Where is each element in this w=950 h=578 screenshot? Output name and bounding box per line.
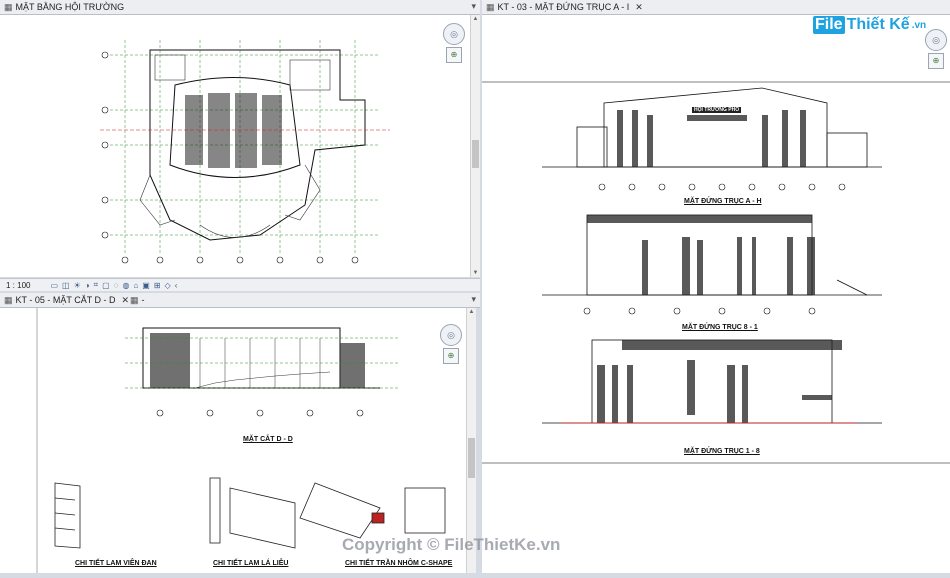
detail-title-1: CHI TIẾT LAM VIÊN ĐAN [75,560,157,567]
tab-elevation[interactable]: ▦ KT - 03 - MẶT ĐỨNG TRỤC A - I ✕ [482,0,646,14]
tab-second-view-label: - [141,295,145,305]
logo-tld: .vn [911,19,927,31]
floor-plan-scrollbar[interactable]: ▲ ▼ [470,15,480,277]
floor-plan-viewport[interactable]: ◎ ⊕ [0,15,470,277]
zoom-icon-2[interactable]: ⊕ [443,348,459,364]
elevation-title-1: MẶT ĐỨNG TRỤC A - H [684,198,762,205]
elevation-tabbar: ▦ KT - 03 - MẶT ĐỨNG TRỤC A - I ✕ [482,0,950,15]
navigation-bar-3[interactable]: ◎ ⊕ [925,29,947,73]
tab-floor-plan[interactable]: ▦ MẶT BẰNG HỘI TRƯỜNG [0,0,124,14]
navigation-bar-2[interactable]: ◎ ⊕ [440,324,462,368]
view-plan-icon: ▦ [4,2,13,12]
visual-style-icon[interactable]: ◫ [62,281,70,290]
floor-plan-drawing [100,40,390,264]
navigation-bar[interactable]: ◎ ⊕ [443,23,465,67]
scroll-thumb[interactable] [472,140,479,168]
temporary-hide-icon[interactable]: ◌ [114,281,119,290]
logo-name: Thiết Kế [846,16,910,33]
view-section-icon: ▦ [4,295,13,305]
section-scrollbar[interactable]: ▲ [466,308,476,573]
more-arrow-icon[interactable]: ‹ [175,281,178,290]
floor-plan-view-controls: 1 : 100 ▭ ◫ ☀ ◑ ⌗ ▢ ◌ ◍ ⌂ ▣ ⊞ ◇ ‹ [0,278,480,291]
elevation-title-2: MẶT ĐỨNG TRỤC 8 - 1 [682,324,758,331]
pane-menu-icon-2[interactable]: ▾ [471,294,476,305]
section-viewport[interactable]: MẶT CẮT D - D CHI TIẾT LAM VIÊN ĐAN CHI … [0,308,466,573]
floor-plan-tabbar: ▦ MẶT BẰNG HỘI TRƯỜNG ▾ [0,0,480,15]
reveal-hidden-icon[interactable]: ◍ [122,281,129,290]
tab-floor-plan-label: MẶT BẰNG HỘI TRƯỜNG [15,2,125,12]
zoom-icon-3[interactable]: ⊕ [928,53,944,69]
tab-section-label: KT - 05 - MẶT CẮT D - D [15,295,116,305]
view-sheet-icon: ▦ [130,295,139,305]
analytical-model-icon[interactable]: ▣ [142,281,150,290]
elevation-viewport[interactable]: HỘI TRƯỜNG PHỐ MẶT ĐỨNG TRỤC A - H MẶT Đ… [482,15,950,573]
elevation-drawing [482,81,950,464]
logo-file: File [813,16,845,34]
tab-second-view[interactable]: ▦ - [126,293,170,307]
shadows-icon[interactable]: ◑ [85,281,90,290]
constraints-icon[interactable]: ⊞ [154,281,161,290]
scroll-down-arrow[interactable]: ▼ [471,269,480,277]
highlight-icon[interactable]: ◇ [165,281,171,290]
steering-wheel-icon-2[interactable]: ◎ [440,324,462,346]
section-tabbar: ▦ KT - 05 - MẶT CẮT D - D ✕ ▦ - ▾ [0,293,480,308]
copyright-watermark: Copyright © FileThietKe.vn [342,535,561,554]
elevation-title-3: MẶT ĐỨNG TRỤC 1 - 8 [684,448,760,455]
lock-3d-icon[interactable]: ⌂ [133,281,138,290]
detail-title-2: CHI TIẾT LAM LÁ LIỄU [213,560,289,567]
site-logo: File Thiết Kế .vn [813,16,926,34]
tab-section[interactable]: ▦ KT - 05 - MẶT CẮT D - D ✕ [0,293,129,307]
close-tab-icon-2[interactable]: ✕ [635,0,643,14]
steering-wheel-icon-3[interactable]: ◎ [925,29,947,51]
steering-wheel-icon[interactable]: ◎ [443,23,465,45]
detail-level-icon[interactable]: ▭ [50,281,58,290]
crop-view-icon[interactable]: ⌗ [94,280,99,290]
sun-path-icon[interactable]: ☀ [74,281,81,290]
section-drawing [36,308,446,573]
show-crop-icon[interactable]: ▢ [102,281,110,290]
zoom-icon[interactable]: ⊕ [446,47,462,63]
view-elevation-icon: ▦ [486,2,495,12]
section-title: MẶT CẮT D - D [243,436,293,443]
tab-elevation-label: KT - 03 - MẶT ĐỨNG TRỤC A - I [497,2,630,12]
building-sign: HỘI TRƯỜNG PHỐ [692,107,742,113]
view-scale[interactable]: 1 : 100 [6,281,30,290]
scroll-thumb-2[interactable] [468,438,475,478]
scroll-up-arrow-2[interactable]: ▲ [467,308,476,316]
pane-menu-icon[interactable]: ▾ [471,1,476,12]
detail-title-3: CHI TIẾT TRẦN NHÔM C-SHAPE [345,560,453,567]
scroll-up-arrow[interactable]: ▲ [471,15,480,23]
